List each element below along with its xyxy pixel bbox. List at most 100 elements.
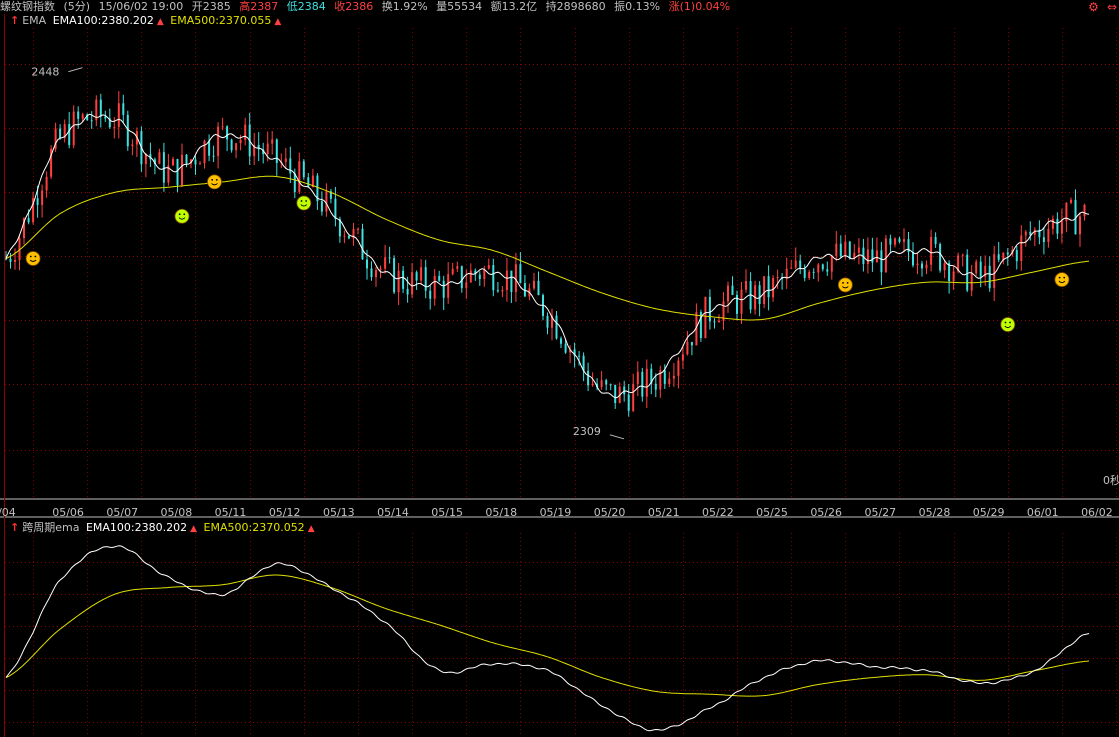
candle-body (939, 244, 942, 271)
candle-body (384, 257, 387, 269)
candle-body (740, 289, 743, 314)
candle-body (948, 263, 951, 282)
candle-body (979, 261, 982, 277)
candle-body (848, 241, 851, 258)
candle-body (99, 99, 102, 117)
x-tick-label: 05/13 (323, 506, 355, 519)
x-tick-label: 05/12 (269, 506, 301, 519)
x-tick-label: 05/08 (161, 506, 193, 519)
candle-body (776, 277, 779, 278)
smiley-eye (211, 179, 214, 181)
candle-body (59, 128, 62, 138)
candle-body (560, 338, 562, 344)
candle-body (487, 265, 490, 269)
candle-body (803, 269, 806, 278)
smiley-signal-icon (1054, 272, 1070, 288)
candle-body (533, 280, 535, 289)
x-tick-label: 05/18 (485, 506, 517, 519)
candle-body (1060, 221, 1063, 234)
extreme-value-label: 2448 (31, 66, 59, 79)
smiley-eye (1004, 321, 1007, 324)
candle-body (194, 159, 197, 165)
extreme-pointer (609, 434, 625, 440)
candle-body (158, 152, 161, 164)
sub-ema100-line (5, 545, 1090, 732)
candle-body (343, 235, 346, 237)
candle-body (623, 386, 626, 395)
candle-body (438, 275, 441, 281)
candle-body (605, 380, 608, 385)
candle-body (961, 254, 964, 256)
smiley-eye (842, 282, 844, 284)
x-tick-label: 05/19 (540, 506, 572, 519)
candle-body (113, 127, 116, 128)
candle-body (185, 154, 188, 164)
candle-body (555, 315, 558, 339)
candle-body (411, 272, 414, 295)
candle-body (271, 139, 274, 144)
candle-body (433, 275, 436, 299)
candle-body (226, 126, 229, 140)
candle-body (469, 270, 472, 283)
candle-body (14, 260, 16, 262)
candle-body (1042, 237, 1045, 242)
candle-body (578, 355, 581, 357)
candle-body (844, 241, 847, 257)
candle-body (758, 285, 761, 304)
extreme-pointer (68, 67, 83, 73)
candle-body (546, 315, 549, 328)
candle-body (235, 143, 238, 151)
smiley-signal-icon (296, 195, 312, 211)
candle-body (501, 290, 504, 292)
x-tick-label: 05/28 (919, 506, 951, 519)
candle-body (587, 370, 590, 386)
candle-body (708, 296, 711, 322)
candle-body (718, 320, 720, 323)
candle-body (45, 176, 48, 191)
candle-body (889, 238, 892, 245)
candle-body (302, 161, 305, 178)
candle-body (817, 264, 820, 273)
x-tick-label: 06/02 (1081, 506, 1113, 519)
candle-body (591, 383, 594, 386)
candle-body (397, 270, 400, 293)
candle-body (41, 190, 44, 205)
candle-body (970, 273, 973, 291)
candle-body (347, 235, 350, 239)
candle-body (614, 384, 617, 403)
candle-body (704, 296, 707, 338)
candle-body (736, 294, 738, 314)
candle-body (727, 285, 729, 302)
candle-body (790, 267, 793, 269)
candle-body (77, 111, 80, 119)
candle-body (934, 237, 937, 245)
candle-body (208, 140, 211, 156)
candle-body (429, 290, 432, 299)
candle-body (447, 274, 450, 298)
candle-body (943, 263, 946, 271)
candle-body (203, 140, 206, 164)
chart-labels: /04 05/06 05/07 05/08 05/11 05/12 05/13 05/14 05… (0, 66, 1119, 519)
candle-body (839, 243, 842, 257)
candle-body (866, 249, 869, 264)
kline-chart[interactable]: /04 05/06 05/07 05/08 05/11 05/12 05/13 05/14 05… (0, 0, 1119, 737)
candle-body (1020, 235, 1023, 261)
candle-body (230, 139, 233, 151)
candle-body (997, 254, 1000, 260)
x-tick-label: 05/11 (215, 506, 247, 519)
candle-body (821, 264, 824, 270)
candle-body (320, 201, 323, 212)
candle-body (406, 288, 409, 295)
candle-body (370, 268, 373, 278)
candle-body (835, 243, 838, 256)
candle-body (916, 263, 919, 266)
candle-body (1079, 216, 1081, 235)
candle-body (172, 159, 174, 166)
candle-body (794, 260, 797, 268)
candle-body (122, 103, 125, 115)
candle-body (244, 124, 247, 140)
candle-body (388, 257, 391, 259)
candle-body (713, 321, 716, 323)
x-tick-label: 05/25 (756, 506, 788, 519)
candle-body (686, 342, 689, 355)
